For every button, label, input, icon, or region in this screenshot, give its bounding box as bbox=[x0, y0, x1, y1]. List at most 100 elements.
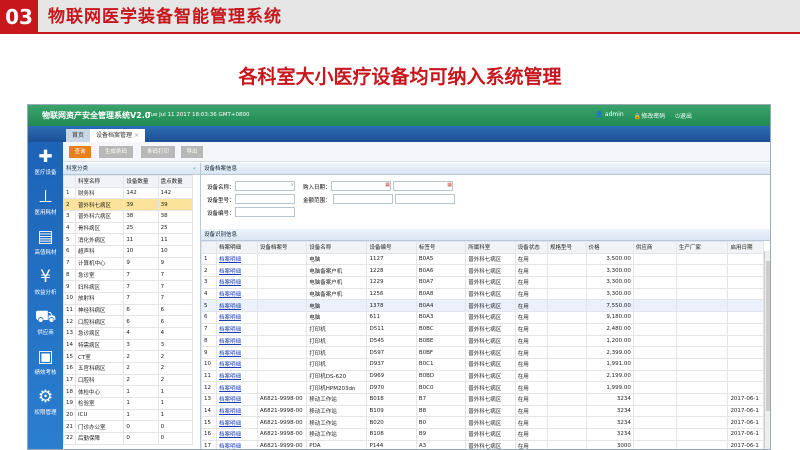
export-button[interactable]: 导出 bbox=[181, 146, 203, 158]
scrollbar[interactable] bbox=[764, 251, 770, 449]
table-row[interactable]: 8 急诊室 7 7 bbox=[63, 268, 194, 282]
sidebar-item[interactable]: ⛟ 供应商 bbox=[28, 302, 63, 342]
col-header[interactable]: 设备数量 bbox=[123, 175, 159, 188]
sidebar-item[interactable]: ▣ 绩效考核 bbox=[28, 342, 63, 382]
detail-link[interactable]: 档案明细 bbox=[219, 421, 241, 427]
logout-button[interactable]: ⏻退出 bbox=[675, 111, 692, 121]
calendar-icon[interactable]: ▦ bbox=[447, 182, 452, 188]
detail-link[interactable]: 档案明细 bbox=[219, 280, 241, 286]
col-header[interactable]: 档案明细 bbox=[216, 241, 258, 254]
detail-link[interactable]: 档案明细 bbox=[219, 304, 241, 310]
table-row[interactable]: 5 档案明细 电脑 1378 B0A4 普外科七病区 在用 7,550.00 bbox=[200, 299, 764, 313]
detail-link[interactable]: 档案明细 bbox=[219, 374, 241, 380]
sidebar-item[interactable]: ⊥ 医用耗材 bbox=[28, 182, 63, 222]
table-row[interactable]: 13 急诊病区 4 4 bbox=[63, 326, 194, 340]
sidebar-item[interactable]: ▤ 高值耗材 bbox=[28, 222, 63, 262]
table-row[interactable]: 7 档案明细 打印机 D511 B0BC 普外科七病区 在用 2,480.00 bbox=[200, 322, 764, 336]
detail-link[interactable]: 档案明细 bbox=[219, 292, 241, 298]
sidebar-item[interactable]: ¥ 效益分析 bbox=[28, 262, 63, 302]
col-header[interactable]: 盘点数量 bbox=[157, 175, 194, 188]
table-row[interactable]: 18 体检中心 1 1 bbox=[63, 385, 194, 399]
detail-link[interactable]: 档案明细 bbox=[219, 257, 241, 263]
col-header[interactable]: 供应商 bbox=[632, 241, 677, 254]
col-header[interactable]: 设备档案号 bbox=[256, 241, 308, 254]
user-menu[interactable]: 👤 admin bbox=[596, 111, 624, 121]
table-row[interactable]: 1 档案明细 电脑 1127 B0A5 普外科七病区 在用 3,500.00 bbox=[200, 252, 764, 266]
table-row[interactable]: 4 档案明细 电脑备案户机 1256 B0A8 普外科七病区 在用 3,300.00 bbox=[200, 287, 764, 301]
table-row[interactable]: 3 档案明细 电脑备案户机 1229 B0A7 普外科七病区 在用 3,300.00 bbox=[200, 276, 764, 289]
scrollbar-thumb[interactable] bbox=[766, 261, 770, 411]
sidebar-item[interactable]: ✚ 医疗设备 bbox=[28, 142, 63, 182]
table-row[interactable]: 13 档案明细 A6821-9998-00 移动工作站 B018 B7 普外科七病区 在用 32… bbox=[200, 392, 764, 406]
amount-max-input[interactable] bbox=[395, 194, 455, 204]
detail-link[interactable]: 档案明细 bbox=[219, 269, 241, 275]
table-row[interactable]: 14 特需病区 3 3 bbox=[63, 338, 194, 352]
table-row[interactable]: 16 五官科病区 2 2 bbox=[63, 362, 194, 375]
table-row[interactable]: 17 档案明细 A6821-9999-00 PDA P144 A3 普外科七病区 在用 3000… bbox=[200, 439, 764, 449]
tab-home[interactable]: 首页 bbox=[66, 129, 91, 142]
generate-barcode-button[interactable]: 生成条码 bbox=[99, 146, 133, 158]
detail-link[interactable]: 档案明细 bbox=[219, 397, 241, 403]
detail-link[interactable]: 档案明细 bbox=[219, 315, 241, 321]
col-header[interactable]: 生产厂家 bbox=[675, 241, 729, 254]
table-row[interactable]: 20 ICU 1 1 bbox=[63, 408, 194, 422]
col-header[interactable]: 设备状态 bbox=[514, 241, 548, 254]
table-row[interactable]: 6 档案明细 电脑 611 B0A3 普外科七病区 在用 9,180.00 bbox=[200, 311, 764, 324]
table-row[interactable]: 2 普外科七病区 39 39 bbox=[63, 198, 194, 212]
table-row[interactable]: 21 门诊办公室 0 0 bbox=[63, 420, 194, 434]
col-header[interactable]: 启用日期 bbox=[727, 241, 764, 254]
table-row[interactable]: 10 放射科 7 7 bbox=[63, 291, 194, 305]
table-row[interactable]: 10 档案明细 打印机 D937 B0C1 普外科七病区 在用 1,991.00 bbox=[200, 357, 764, 371]
detail-link[interactable]: 档案明细 bbox=[219, 409, 241, 415]
table-row[interactable]: 17 口腔科 2 2 bbox=[63, 373, 194, 387]
detail-link[interactable]: 档案明细 bbox=[219, 327, 241, 333]
table-row[interactable]: 15 档案明细 A6821-9998-00 移动工作站 B020 B0 普外科七病区 在用 32… bbox=[200, 416, 764, 429]
table-row[interactable]: 2 档案明细 电脑备案户机 1228 B0A6 普外科七病区 在用 3,300.00 bbox=[200, 264, 764, 278]
table-row[interactable]: 12 口腔科病区 6 6 bbox=[63, 315, 194, 328]
table-row[interactable]: 19 检验室 1 1 bbox=[63, 397, 194, 410]
table-row[interactable]: 5 消化外病区 11 11 bbox=[63, 233, 194, 247]
collapse-icon[interactable]: « bbox=[193, 163, 196, 175]
tab-device-archive[interactable]: 设备档案管理 × bbox=[90, 129, 145, 142]
table-row[interactable]: 8 档案明细 打印机 D545 B0BE 普外科七病区 在用 1,200.00 bbox=[200, 334, 764, 348]
col-header[interactable]: 设备名称 bbox=[306, 241, 368, 254]
detail-link[interactable]: 档案明细 bbox=[219, 444, 241, 449]
detail-link[interactable]: 档案明细 bbox=[219, 351, 241, 357]
col-header[interactable]: 所属科室 bbox=[465, 241, 516, 254]
date-start-input[interactable]: ▦ bbox=[331, 181, 391, 191]
detail-link[interactable]: 档案明细 bbox=[219, 386, 241, 392]
table-row[interactable]: 9 档案明细 打印机 D597 B0BF 普外科七病区 在用 2,399.00 bbox=[200, 346, 764, 359]
change-password-button[interactable]: 🔒修改密码 bbox=[634, 111, 666, 121]
calendar-icon[interactable]: ▦ bbox=[385, 182, 390, 188]
detail-link[interactable]: 档案明细 bbox=[219, 339, 241, 345]
date-end-input[interactable]: ▦ bbox=[393, 181, 453, 191]
table-row[interactable]: 3 普外科六病区 38 38 bbox=[63, 210, 194, 223]
table-row[interactable]: 15 CT室 2 2 bbox=[63, 350, 194, 363]
table-row[interactable]: 9 妇科病区 7 7 bbox=[63, 280, 194, 293]
table-row[interactable]: 12 档案明细 打印机HPM203dn D970 B0C0 普外科七病区 在用 1,999.0… bbox=[200, 381, 764, 394]
amount-min-input[interactable] bbox=[333, 194, 393, 204]
col-header[interactable]: 价格 bbox=[585, 241, 634, 254]
model-input[interactable] bbox=[235, 194, 295, 204]
col-header[interactable]: 标签号 bbox=[415, 241, 467, 254]
table-row[interactable]: 16 档案明细 A6821-9998-00 移动工作站 B108 B9 普外科七病区 在用 32… bbox=[200, 428, 764, 441]
table-row[interactable]: 11 神经科病区 6 6 bbox=[63, 303, 194, 317]
col-header[interactable]: 规格型号 bbox=[546, 241, 587, 254]
col-header[interactable]: 设备编号 bbox=[366, 241, 417, 254]
table-row[interactable]: 4 骨科病区 25 25 bbox=[63, 221, 194, 235]
table-row[interactable]: 1 财务科 142 142 bbox=[63, 186, 194, 200]
col-header[interactable]: 科室名称 bbox=[74, 175, 125, 188]
table-row[interactable]: 7 计算机中心 9 9 bbox=[63, 256, 194, 270]
table-row[interactable]: 6 超声科 10 10 bbox=[63, 245, 194, 258]
close-icon[interactable]: × bbox=[134, 132, 139, 139]
print-barcode-button[interactable]: 条码打印 bbox=[141, 146, 175, 158]
detail-link[interactable]: 档案明细 bbox=[219, 432, 241, 438]
table-row[interactable]: 14 档案明细 A6821-9998-00 移动工作站 B109 B8 普外科七病区 在用 32… bbox=[200, 404, 764, 418]
code-input[interactable] bbox=[235, 207, 295, 217]
sidebar-item[interactable]: ⚙ 权限管理 bbox=[28, 382, 63, 422]
table-row[interactable]: 11 档案明细 打印机DS-620 D969 B0BD 普外科七病区 在用 2,199.00 bbox=[200, 369, 764, 383]
device-name-select[interactable]: ∨ bbox=[235, 181, 295, 191]
query-button[interactable]: 查询 bbox=[69, 146, 91, 158]
detail-link[interactable]: 档案明细 bbox=[219, 362, 241, 368]
table-row[interactable]: 22 后勤保障 0 0 bbox=[63, 432, 194, 445]
